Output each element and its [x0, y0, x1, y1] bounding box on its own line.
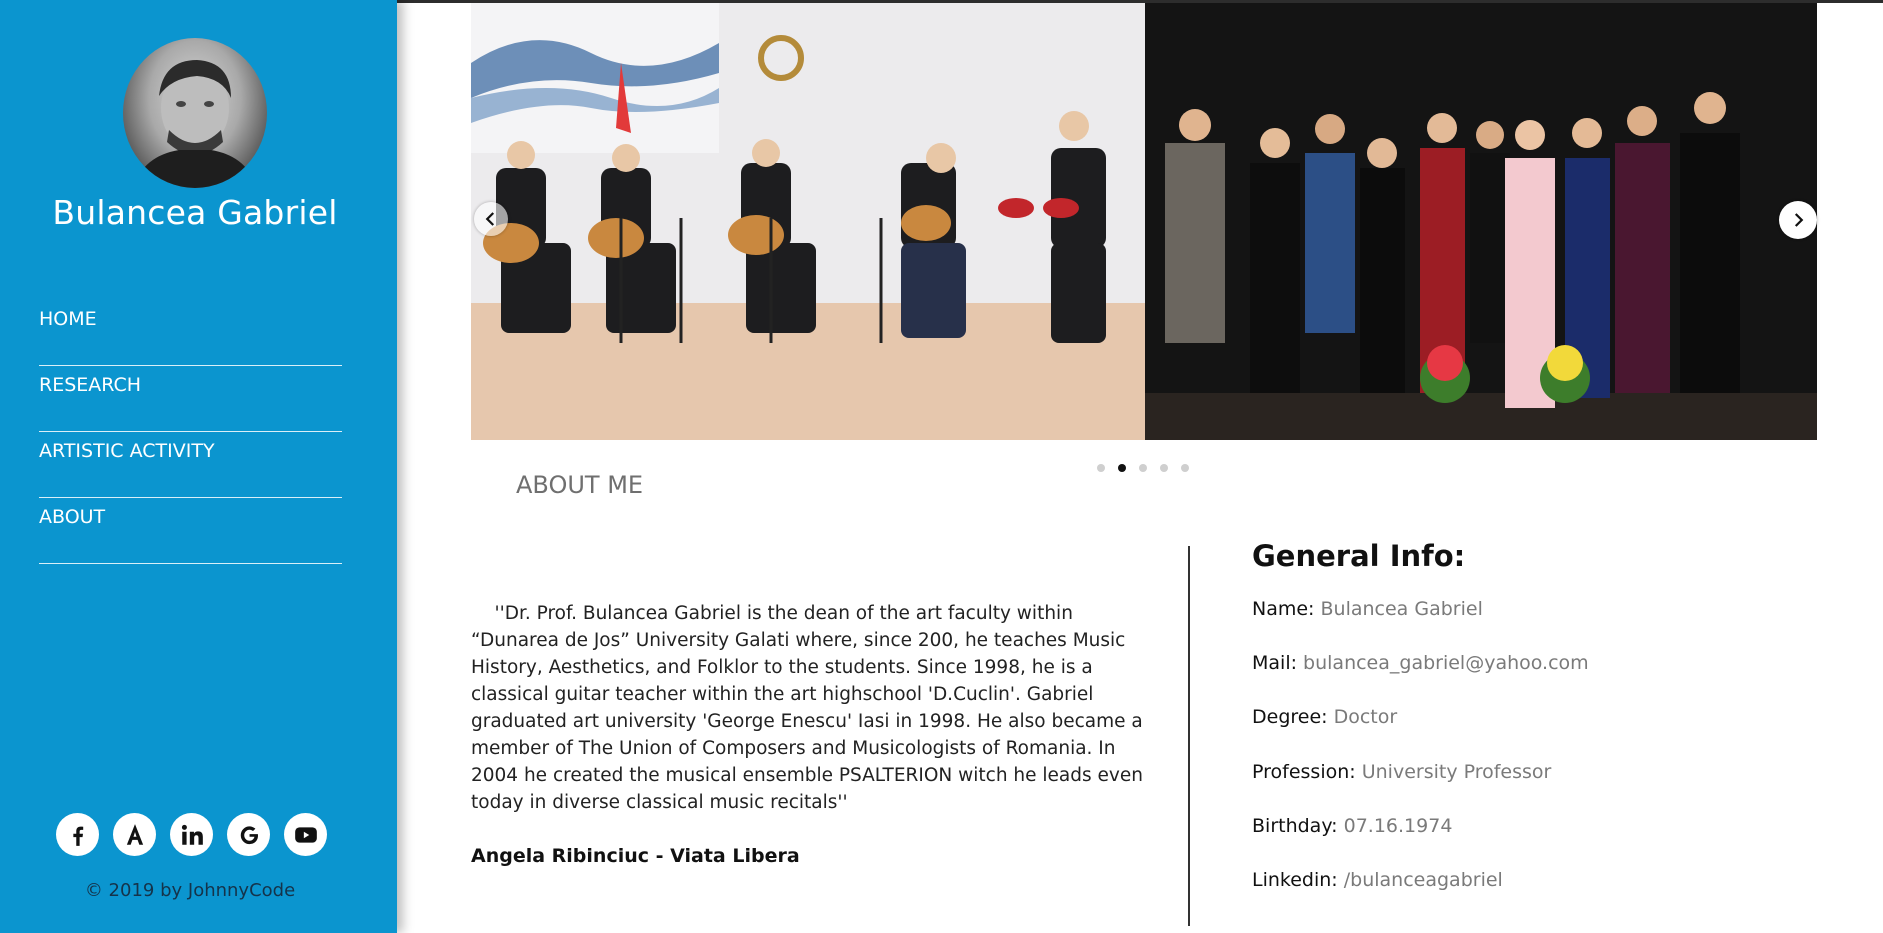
- info-row-degree: Degree: Doctor: [1252, 706, 1589, 760]
- carousel-slide-concert-stage: [1145, 3, 1817, 440]
- info-value: University Professor: [1361, 760, 1552, 783]
- info-label: Mail:: [1252, 652, 1304, 675]
- chevron-right-icon: [1794, 213, 1804, 227]
- nav-item-artistic-activity[interactable]: ARTISTIC ACTIVITY: [39, 432, 342, 498]
- info-row-birthday: Birthday: 07.16.1974: [1252, 815, 1589, 869]
- info-value[interactable]: /bulanceagabriel: [1344, 869, 1503, 891]
- carousel-prev-button[interactable]: [474, 202, 508, 236]
- general-info-title: General Info:: [1252, 539, 1466, 573]
- nav-item-label: RESEARCH: [39, 374, 142, 396]
- info-label: Linkedin:: [1252, 868, 1344, 891]
- carousel-dot-active[interactable]: [1118, 464, 1126, 472]
- info-row-linkedin: Linkedin: /bulanceagabriel: [1252, 869, 1589, 923]
- nav-item-label: ABOUT: [39, 506, 106, 528]
- academia-icon[interactable]: [113, 813, 156, 856]
- carousel-dot[interactable]: [1139, 464, 1147, 472]
- nav-item-label: ARTISTIC ACTIVITY: [39, 440, 215, 462]
- main-nav: HOME RESEARCH ARTISTIC ACTIVITY ABOUT: [39, 300, 342, 564]
- nav-item-about[interactable]: ABOUT: [39, 498, 342, 564]
- info-value[interactable]: bulancea_gabriel@yahoo.com: [1303, 652, 1589, 674]
- carousel-indicators: [1097, 464, 1189, 472]
- social-links: [56, 813, 327, 856]
- vertical-divider: [1188, 546, 1190, 926]
- carousel-dot[interactable]: [1097, 464, 1105, 472]
- info-value: Bulancea Gabriel: [1320, 598, 1483, 620]
- sidebar: Bulancea Gabriel HOME RESEARCH ARTISTIC …: [0, 0, 397, 933]
- nav-item-home[interactable]: HOME: [39, 300, 342, 366]
- section-title: ABOUT ME: [516, 471, 644, 499]
- carousel-next-button[interactable]: [1779, 201, 1817, 239]
- info-value: Doctor: [1333, 706, 1398, 729]
- linkedin-icon[interactable]: [170, 813, 213, 856]
- general-info-list: Name: Bulancea Gabriel Mail: bulancea_ga…: [1252, 598, 1589, 923]
- google-plus-icon[interactable]: [227, 813, 270, 856]
- quote-author: Angela Ribinciuc - Viata Libera: [471, 845, 800, 867]
- photo-carousel[interactable]: [471, 3, 1817, 440]
- nav-item-research[interactable]: RESEARCH: [39, 366, 342, 432]
- info-row-mail: Mail: bulancea_gabriel@yahoo.com: [1252, 652, 1589, 706]
- chevron-left-icon: [485, 212, 495, 226]
- carousel-slide-guitar-ensemble: [471, 3, 1145, 440]
- nav-item-label: HOME: [39, 308, 97, 330]
- avatar: [123, 38, 267, 188]
- info-row-name: Name: Bulancea Gabriel: [1252, 598, 1589, 652]
- carousel-dot[interactable]: [1181, 464, 1189, 472]
- info-value: 07.16.1974: [1343, 814, 1453, 837]
- copyright: © 2019 by JohnnyCode: [84, 880, 296, 901]
- facebook-icon[interactable]: [56, 813, 99, 856]
- info-row-profession: Profession: University Professor: [1252, 761, 1589, 815]
- quote-text: ''Dr. Prof. Bulancea Gabriel is the dean…: [471, 603, 1143, 813]
- info-label: Profession:: [1252, 760, 1362, 783]
- info-label: Degree:: [1252, 706, 1334, 729]
- youtube-icon[interactable]: [284, 813, 327, 856]
- carousel-dot[interactable]: [1160, 464, 1168, 472]
- site-name[interactable]: Bulancea Gabriel: [0, 193, 390, 232]
- info-label: Birthday:: [1252, 814, 1344, 837]
- info-label: Name:: [1252, 598, 1321, 620]
